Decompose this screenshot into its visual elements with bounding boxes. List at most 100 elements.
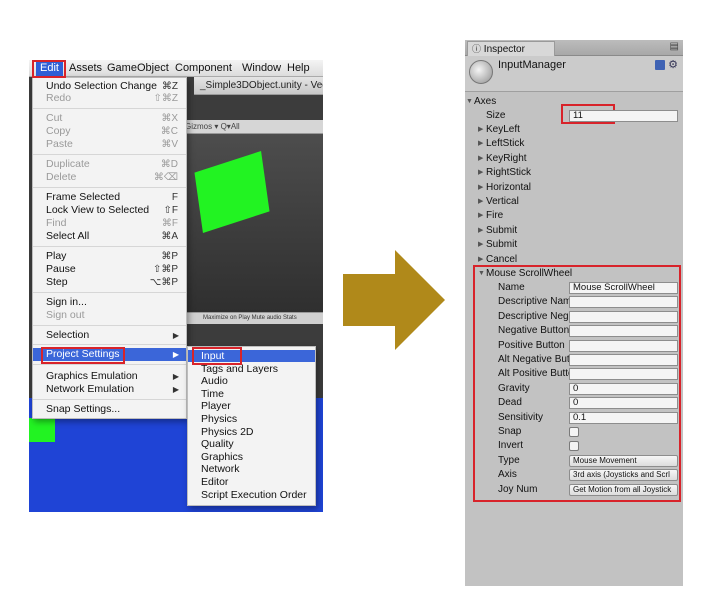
- menu-component[interactable]: Component: [175, 62, 232, 74]
- foldout-closed-icon[interactable]: ▶: [478, 253, 483, 267]
- axis-mouse-scrollwheel[interactable]: ▼ Mouse ScrollWheel: [465, 267, 683, 281]
- menu-item-find[interactable]: Find ⌘F: [33, 217, 186, 230]
- menu-item-copy[interactable]: Copy ⌘C: [33, 125, 186, 138]
- menu-item-graphics-emulation[interactable]: Graphics Emulation ▶: [33, 370, 186, 383]
- menu-item-frame-selected[interactable]: Frame Selected F: [33, 191, 186, 204]
- foldout-closed-icon[interactable]: ▶: [478, 166, 483, 180]
- menu-item-sign-out[interactable]: Sign out: [33, 309, 186, 322]
- menu-item-delete[interactable]: Delete ⌘⌫: [33, 171, 186, 184]
- panel-options-icon[interactable]: ▤: [670, 41, 679, 52]
- axis-horizontal[interactable]: ▶ Horizontal: [465, 181, 683, 195]
- help-book-icon[interactable]: [655, 60, 666, 71]
- tab-inspector[interactable]: ⓘ Inspector: [467, 41, 555, 56]
- foldout-closed-icon[interactable]: ▶: [478, 152, 483, 166]
- text-field[interactable]: [569, 354, 678, 366]
- menu-item-snap-settings[interactable]: Snap Settings...: [33, 403, 186, 416]
- menu-item-label: Lock View to Selected: [46, 204, 150, 216]
- foldout-closed-icon[interactable]: ▶: [478, 195, 483, 209]
- submenu-item-time[interactable]: Time: [188, 388, 315, 400]
- checkbox[interactable]: [569, 441, 579, 452]
- submenu-item-player[interactable]: Player: [188, 400, 315, 412]
- axis-leftstick[interactable]: ▶ LeftStick: [465, 137, 683, 151]
- submenu-item-physics[interactable]: Physics: [188, 413, 315, 425]
- menu-item-pause[interactable]: Pause ⇧⌘P: [33, 263, 186, 276]
- prop-axis-label: Axis: [498, 469, 517, 481]
- checkbox[interactable]: [569, 427, 579, 437]
- text-field[interactable]: [569, 310, 678, 323]
- menu-item-label: Snap Settings...: [46, 403, 121, 415]
- foldout-closed-icon[interactable]: ▶: [478, 238, 483, 252]
- foldout-closed-icon[interactable]: ▶: [478, 224, 483, 238]
- foldout-closed-icon[interactable]: ▶: [478, 209, 483, 223]
- menu-item-shortcut: ⌘A: [161, 231, 178, 242]
- text-field[interactable]: [569, 368, 678, 381]
- text-field[interactable]: 0: [569, 382, 678, 395]
- submenu-item-audio[interactable]: Audio: [188, 375, 315, 387]
- menu-help[interactable]: Help: [287, 62, 310, 74]
- submenu-item-physics-2d[interactable]: Physics 2D: [188, 426, 315, 438]
- menu-item-duplicate[interactable]: Duplicate ⌘D: [33, 158, 186, 171]
- menu-assets[interactable]: Assets: [69, 62, 102, 74]
- axis-cancel[interactable]: ▶ Cancel: [465, 253, 683, 267]
- text-field[interactable]: 0.1: [569, 411, 678, 424]
- menu-item-shortcut: ⇧⌘Z: [153, 93, 179, 104]
- text-field[interactable]: [569, 325, 678, 338]
- submenu-item-tags-and-layers[interactable]: Tags and Layers: [188, 363, 315, 375]
- text-field[interactable]: 0: [569, 397, 678, 410]
- object-name: InputManager: [498, 59, 566, 71]
- axes-foldout[interactable]: ▼ Axes: [465, 95, 683, 109]
- submenu-item-quality[interactable]: Quality: [188, 438, 315, 450]
- submenu-item-editor[interactable]: Editor: [188, 476, 315, 488]
- submenu-item-graphics[interactable]: Graphics: [188, 451, 315, 463]
- dropdown-field[interactable]: Mouse Movement: [569, 454, 678, 467]
- menu-item-select-all[interactable]: Select All ⌘A: [33, 230, 186, 243]
- dropdown-field[interactable]: Get Motion from all Joystick: [569, 483, 678, 496]
- project-settings-submenu: Input Tags and Layers Audio Time Player Physi…: [187, 346, 316, 506]
- menu-item-network-emulation[interactable]: Network Emulation ▶: [33, 383, 186, 396]
- game-view-toolbar: Maximize on Play Mute audio Stats: [179, 312, 323, 324]
- scene-view[interactable]: [179, 134, 323, 312]
- menu-edit[interactable]: Edit: [36, 61, 63, 76]
- foldout-closed-icon[interactable]: ▶: [478, 123, 483, 137]
- size-field[interactable]: 11: [569, 110, 678, 122]
- text-field[interactable]: Mouse ScrollWheel: [569, 282, 678, 294]
- axis-vertical[interactable]: ▶ Vertical: [465, 195, 683, 209]
- menu-item-selection[interactable]: Selection ▶: [33, 329, 186, 342]
- menu-item-label: Network Emulation: [46, 383, 135, 395]
- foldout-open-icon[interactable]: ▼: [478, 267, 485, 281]
- menu-item-shortcut: ⌘F: [161, 218, 178, 229]
- dropdown-field[interactable]: 3rd axis (Joysticks and Scrl: [569, 469, 678, 482]
- text-field[interactable]: [569, 339, 678, 352]
- menu-item-step[interactable]: Step ⌥⌘P: [33, 276, 186, 289]
- axis-rightstick[interactable]: ▶ RightStick: [465, 166, 683, 180]
- axis-keyright[interactable]: ▶ KeyRight: [465, 152, 683, 166]
- foldout-closed-icon[interactable]: ▶: [478, 137, 483, 151]
- menu-window[interactable]: Window: [242, 62, 281, 74]
- menu-item-paste[interactable]: Paste ⌘V: [33, 138, 186, 151]
- menu-item-shortcut: ⇧F: [163, 205, 179, 216]
- menu-item-lock-view-to-selected[interactable]: Lock View to Selected ⇧F: [33, 204, 186, 217]
- settings-gear-icon[interactable]: ⚙: [668, 59, 678, 71]
- text-field[interactable]: [569, 296, 678, 309]
- axis-submit[interactable]: ▶ Submit: [465, 224, 683, 238]
- header-icons: ⚙: [655, 58, 678, 71]
- menu-item-label: Graphics Emulation: [46, 370, 138, 382]
- menu-item-redo[interactable]: Redo ⇧⌘Z: [33, 92, 186, 105]
- submenu-item-input[interactable]: Input: [188, 350, 315, 362]
- menu-gameobject[interactable]: GameObject: [107, 62, 169, 74]
- menu-item-sign-in[interactable]: Sign in...: [33, 296, 186, 309]
- submenu-arrow-icon: ▶: [172, 385, 179, 394]
- submenu-item-network[interactable]: Network: [188, 463, 315, 475]
- foldout-open-icon[interactable]: ▼: [466, 95, 473, 109]
- foldout-closed-icon[interactable]: ▶: [478, 181, 483, 195]
- axis-fire-label: Fire: [486, 210, 504, 222]
- menu-item-play[interactable]: Play ⌘P: [33, 250, 186, 263]
- menu-item-cut[interactable]: Cut ⌘X: [33, 112, 186, 125]
- axis-submit[interactable]: ▶ Submit: [465, 238, 683, 252]
- axis-keyleft[interactable]: ▶ KeyLeft: [465, 123, 683, 137]
- menu-item-label: Find: [46, 217, 67, 229]
- submenu-item-script-execution-order[interactable]: Script Execution Order: [188, 489, 315, 501]
- axis-fire[interactable]: ▶ Fire: [465, 209, 683, 223]
- inspector-header: InputManager ⚙: [465, 56, 683, 92]
- menu-item-project-settings[interactable]: Project Settings ▶: [33, 348, 186, 361]
